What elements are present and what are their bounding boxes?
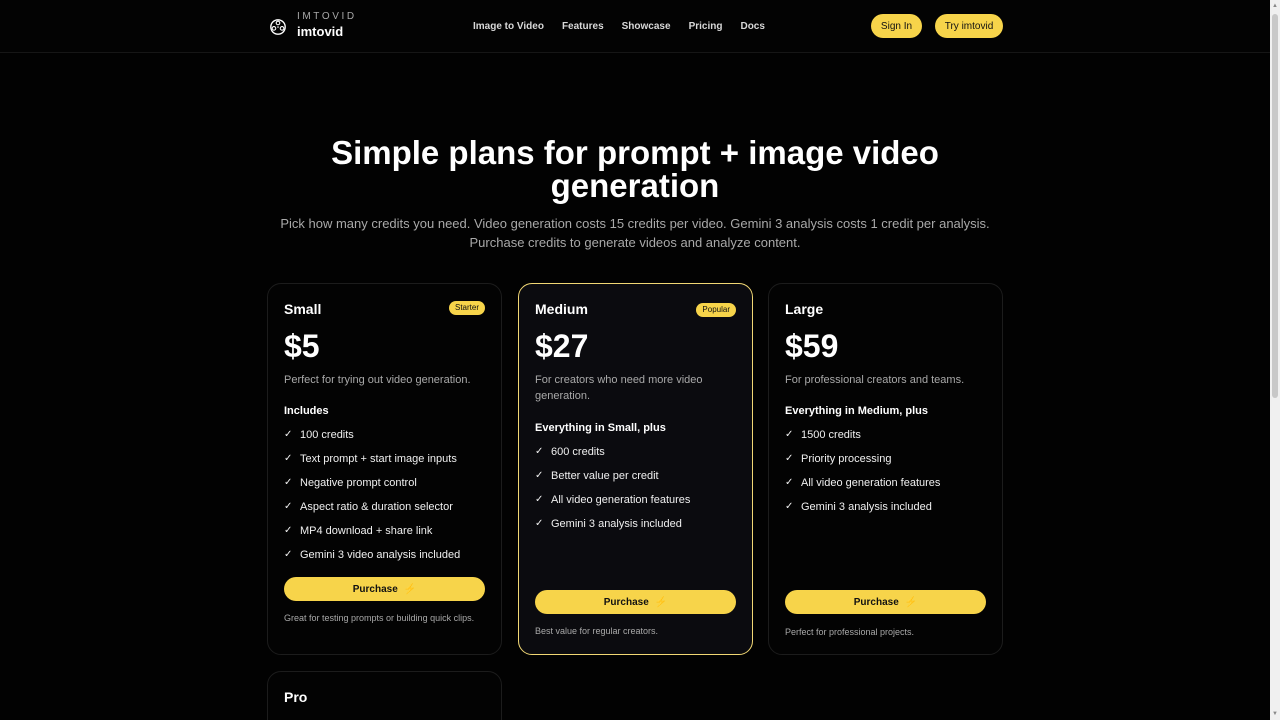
plan-name: Small (284, 301, 322, 317)
plan-price: $5 (284, 328, 320, 364)
sign-in-button[interactable]: Sign In (871, 14, 922, 38)
feature-label: Better value per credit (551, 470, 659, 482)
nav-showcase[interactable]: Showcase (622, 20, 671, 33)
plan-card-small: Small Starter $5 Perfect for trying out … (267, 283, 502, 655)
check-icon: ✓ (535, 470, 544, 481)
check-icon: ✓ (284, 525, 293, 536)
plan-card-pro: Pro (267, 671, 502, 720)
purchase-button-medium[interactable]: Purchase ⚡ (535, 590, 736, 614)
top-navigation-bar: IMTOVID imtovid Image to Video Features … (0, 0, 1270, 53)
purchase-label: Purchase (352, 583, 398, 595)
feature-list: ✓ 600 credits ✓ Better value per credit ✓ A… (535, 446, 690, 542)
purchase-label: Purchase (603, 596, 649, 608)
plan-badge: Popular (696, 303, 736, 317)
list-item: ✓ Gemini 3 video analysis included (284, 549, 460, 573)
list-item: ✓ Negative prompt control (284, 477, 460, 501)
list-item: ✓ Aspect ratio & duration selector (284, 501, 460, 525)
plan-includes-label: Everything in Medium, plus (785, 405, 929, 417)
feature-label: Negative prompt control (300, 477, 417, 489)
check-icon: ✓ (535, 446, 544, 457)
plan-footnote: Best value for regular creators. (535, 626, 659, 636)
check-icon: ✓ (785, 501, 794, 512)
feature-label: Priority processing (801, 453, 892, 465)
brand-text: IMTOVID imtovid (297, 11, 357, 41)
brand-tagline: IMTOVID (297, 11, 357, 22)
page-title: Simple plans for prompt + image video ge… (331, 134, 939, 204)
plan-card-medium: Medium Popular $27 For creators who need… (518, 283, 753, 655)
check-icon: ✓ (284, 477, 293, 488)
plan-name: Pro (284, 689, 308, 705)
list-item: ✓ Gemini 3 analysis included (535, 518, 690, 542)
list-item: ✓ Text prompt + start image inputs (284, 453, 460, 477)
purchase-button-small[interactable]: Purchase ⚡ (284, 577, 485, 601)
main-nav: Image to Video Features Showcase Pricing… (473, 20, 783, 33)
check-icon: ✓ (535, 518, 544, 529)
plan-description: For creators who need more video generat… (535, 374, 703, 402)
plan-description: Perfect for trying out video generation. (284, 374, 471, 386)
list-item: ✓ 100 credits (284, 429, 460, 453)
page-subtitle: Pick how many credits you need. Video ge… (280, 216, 990, 250)
nav-image-to-video[interactable]: Image to Video (473, 20, 544, 33)
nav-docs[interactable]: Docs (740, 20, 764, 33)
plan-footnote: Great for testing prompts or building qu… (284, 613, 475, 623)
brand-name: imtovid (297, 24, 344, 39)
feature-list: ✓ 1500 credits ✓ Priority processing ✓ All … (785, 429, 940, 525)
lightning-bolt-icon: ⚡ (904, 596, 918, 608)
feature-label: 1500 credits (801, 429, 861, 441)
plan-footnote: Perfect for professional projects. (785, 627, 915, 637)
feature-label: Gemini 3 video analysis included (300, 549, 461, 561)
check-icon: ✓ (284, 549, 293, 560)
feature-label: 600 credits (551, 446, 605, 458)
check-icon: ✓ (284, 501, 293, 512)
list-item: ✓ All video generation features (535, 494, 690, 518)
feature-label: All video generation features (801, 477, 941, 489)
purchase-button-large[interactable]: Purchase ⚡ (785, 590, 986, 614)
scrollbar-thumb[interactable] (1272, 14, 1278, 398)
plan-card-large: Large $59 For professional creators and … (768, 283, 1003, 655)
nav-pricing[interactable]: Pricing (689, 20, 723, 33)
page: IMTOVID imtovid Image to Video Features … (0, 0, 1280, 720)
list-item: ✓ Better value per credit (535, 470, 690, 494)
feature-label: 100 credits (300, 429, 354, 441)
feature-label: Text prompt + start image inputs (300, 453, 457, 465)
list-item: ✓ 600 credits (535, 446, 690, 470)
plan-includes-label: Includes (284, 405, 329, 417)
film-reel-icon (270, 19, 286, 35)
plan-name: Medium (535, 301, 588, 317)
check-icon: ✓ (284, 429, 293, 440)
check-icon: ✓ (785, 429, 794, 440)
list-item: ✓ Priority processing (785, 453, 940, 477)
brand[interactable]: IMTOVID imtovid (269, 11, 357, 41)
feature-label: Aspect ratio & duration selector (300, 501, 453, 513)
check-icon: ✓ (785, 477, 794, 488)
lightning-bolt-icon: ⚡ (654, 596, 668, 608)
lightning-bolt-icon: ⚡ (403, 583, 417, 595)
check-icon: ✓ (284, 453, 293, 464)
list-item: ✓ Gemini 3 analysis included (785, 501, 940, 525)
list-item: ✓ 1500 credits (785, 429, 940, 453)
plan-description: For professional creators and teams. (785, 374, 965, 386)
try-imtovid-button[interactable]: Try imtovid (935, 14, 1003, 38)
feature-label: All video generation features (551, 494, 691, 506)
plan-price: $27 (535, 328, 589, 364)
plan-badge: Starter (448, 301, 485, 315)
check-icon: ✓ (785, 453, 794, 464)
feature-list: ✓ 100 credits ✓ Text prompt + start image … (284, 429, 460, 573)
purchase-label: Purchase (853, 596, 899, 608)
feature-label: Gemini 3 analysis included (551, 518, 682, 530)
plan-name: Large (785, 301, 824, 317)
list-item: ✓ All video generation features (785, 477, 940, 501)
feature-label: MP4 download + share link (300, 525, 433, 537)
plan-includes-label: Everything in Small, plus (535, 422, 666, 434)
scroll-down-arrow-icon[interactable]: ▼ (1271, 710, 1279, 718)
list-item: ✓ MP4 download + share link (284, 525, 460, 549)
nav-features[interactable]: Features (562, 20, 604, 33)
scroll-up-arrow-icon[interactable]: ▲ (1271, 2, 1279, 10)
plan-price: $59 (785, 328, 839, 364)
check-icon: ✓ (535, 494, 544, 505)
feature-label: Gemini 3 analysis included (801, 501, 932, 513)
